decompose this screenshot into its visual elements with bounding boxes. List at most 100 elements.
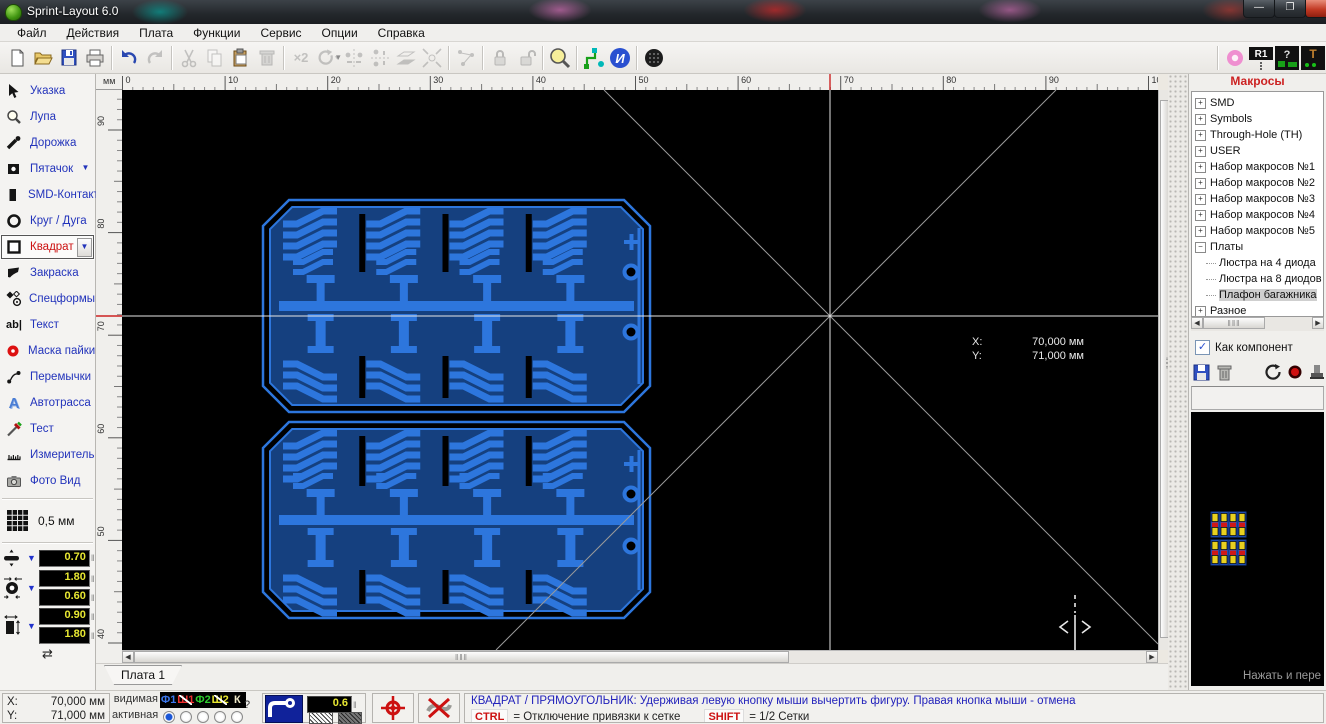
- hatch-light-button[interactable]: [309, 712, 333, 724]
- tool-jumper[interactable]: Перемычки: [0, 364, 95, 390]
- canvas-horizontal-scrollbar[interactable]: ◀ ‖‖‖ ▶: [122, 650, 1158, 663]
- smd-size-value-0[interactable]: 0.90: [39, 608, 90, 625]
- tool-mask[interactable]: Маска пайки: [0, 338, 95, 364]
- pad-size-value-0[interactable]: 1.80: [39, 570, 90, 587]
- tree-item-9[interactable]: −Платы: [1192, 239, 1323, 255]
- tree-scroll-track[interactable]: [1265, 317, 1312, 331]
- tree-item-3[interactable]: +USER: [1192, 143, 1323, 159]
- toolbar-unlock-button[interactable]: [513, 45, 539, 71]
- hscroll-thumb[interactable]: ‖‖‖: [134, 651, 789, 663]
- expand-icon[interactable]: +: [1195, 146, 1206, 157]
- tool-cursor[interactable]: Указка: [0, 78, 95, 104]
- toolbar-rotate-button[interactable]: [314, 45, 340, 71]
- record-macro-button[interactable]: [1287, 364, 1303, 380]
- toolbar-print-button[interactable]: [82, 45, 108, 71]
- tool-text[interactable]: ab|Текст: [0, 312, 95, 338]
- board-tab[interactable]: Плата 1: [104, 665, 182, 685]
- layer-active-radio-2[interactable]: [177, 709, 194, 724]
- expand-icon[interactable]: +: [1195, 98, 1206, 109]
- pad-size-value-1[interactable]: 0.60: [39, 589, 90, 606]
- tree-item-2[interactable]: +Through-Hole (TH): [1192, 127, 1323, 143]
- close-button[interactable]: [1305, 0, 1326, 18]
- toolbar-test-points-button[interactable]: T: [1300, 45, 1326, 71]
- layer-visible-2[interactable]: Ш1: [177, 694, 194, 706]
- stamp-macro-button[interactable]: [1309, 363, 1325, 381]
- layer-help-question[interactable]: ?: [244, 699, 250, 711]
- toolbar-raster-button[interactable]: [641, 45, 667, 71]
- toolbar-align-button[interactable]: [419, 45, 445, 71]
- track-width-value-0[interactable]: 0.70: [39, 550, 90, 567]
- minimize-button[interactable]: —: [1243, 0, 1275, 18]
- toolbar-undo-button[interactable]: [116, 45, 142, 71]
- tool-photo[interactable]: Фото Вид: [0, 468, 95, 494]
- tool-smd[interactable]: SMD-Контакт: [0, 182, 95, 208]
- toolbar-x2-button[interactable]: ×2: [288, 45, 314, 71]
- layer-visible-4[interactable]: Ш2: [212, 694, 229, 706]
- tree-item-13[interactable]: +Разное: [1192, 303, 1323, 317]
- macro-preview[interactable]: Нажать и пере: [1191, 412, 1324, 686]
- toolbar-lock-button[interactable]: [487, 45, 513, 71]
- expand-icon[interactable]: +: [1195, 130, 1206, 141]
- tool-pad-dropdown[interactable]: ▼: [79, 160, 92, 177]
- swap-values-button[interactable]: ⇄: [0, 646, 95, 662]
- param-dropdown-arrow[interactable]: ▼: [27, 583, 36, 593]
- hscroll-left-arrow[interactable]: ◀: [122, 651, 134, 663]
- crosshair-snap-button[interactable]: [372, 693, 414, 723]
- tree-item-0[interactable]: +SMD: [1192, 95, 1323, 111]
- toolbar-open-button[interactable]: [30, 45, 56, 71]
- expand-icon[interactable]: +: [1195, 226, 1206, 237]
- delete-macro-button[interactable]: [1216, 364, 1233, 381]
- tree-item-1[interactable]: +Symbols: [1192, 111, 1323, 127]
- menu-item-2[interactable]: Плата: [130, 25, 182, 41]
- layer-active-radio-1[interactable]: [160, 709, 177, 724]
- layer-visible-1[interactable]: Ф1: [160, 694, 177, 706]
- track-width-field[interactable]: 0.6‖: [307, 696, 355, 713]
- hatch-dark-button[interactable]: [338, 712, 362, 724]
- toolbar-connections-button[interactable]: [581, 45, 607, 71]
- layer-active-radio-5[interactable]: [229, 709, 246, 724]
- expand-icon[interactable]: +: [1195, 114, 1206, 125]
- toolbar-copy-button[interactable]: [202, 45, 228, 71]
- menu-item-0[interactable]: Файл: [8, 25, 56, 41]
- tool-test[interactable]: Тест: [0, 416, 95, 442]
- save-macro-button[interactable]: [1193, 364, 1210, 381]
- tool-magnifier[interactable]: Лупа: [0, 104, 95, 130]
- tree-item-12[interactable]: Плафон багажника: [1192, 287, 1323, 303]
- tool-measure[interactable]: Измеритель: [0, 442, 95, 468]
- smd-size-value-1[interactable]: 1.80: [39, 627, 90, 644]
- menu-item-3[interactable]: Функции: [184, 25, 249, 41]
- toolbar-solder-mask-button[interactable]: [1222, 45, 1248, 71]
- tree-scroll-right-arrow[interactable]: ▶: [1312, 317, 1324, 329]
- toolbar-save-button[interactable]: [56, 45, 82, 71]
- toolbar-flip-layer-button[interactable]: [393, 45, 419, 71]
- maximize-button[interactable]: ❐: [1274, 0, 1306, 18]
- tool-track[interactable]: Дорожка: [0, 130, 95, 156]
- collapse-icon[interactable]: −: [1195, 242, 1206, 253]
- tool-square[interactable]: Квадрат▼: [0, 234, 95, 260]
- tool-autoroute[interactable]: AАвтотрасса: [0, 390, 95, 416]
- toolbar-mirror-v-button[interactable]: [367, 45, 393, 71]
- pcb-canvas[interactable]: X:70,000 мм Y:71,000 мм: [122, 90, 1158, 650]
- panel-splitter[interactable]: [1168, 74, 1188, 690]
- menu-item-1[interactable]: Действия: [58, 25, 129, 41]
- toolbar-r1-button[interactable]: R1: [1248, 45, 1274, 71]
- toolbar-zoom-button[interactable]: [547, 45, 573, 71]
- rotate-macro-button[interactable]: [1263, 363, 1281, 381]
- track-mode-icon[interactable]: [265, 695, 303, 723]
- rubberband-off-button[interactable]: [418, 693, 460, 723]
- tree-item-7[interactable]: +Набор макросов №4: [1192, 207, 1323, 223]
- param-dropdown-arrow[interactable]: ▼: [27, 553, 36, 563]
- tree-item-10[interactable]: Люстра на 4 диода: [1192, 255, 1323, 271]
- layer-active-radio-4[interactable]: [212, 709, 229, 724]
- expand-icon[interactable]: +: [1195, 162, 1206, 173]
- layer-visible-3[interactable]: Ф2: [194, 694, 211, 706]
- tool-circle[interactable]: Круг / Дуга: [0, 208, 95, 234]
- tree-scroll-left-arrow[interactable]: ◀: [1191, 317, 1203, 329]
- menu-item-5[interactable]: Опции: [313, 25, 367, 41]
- toolbar-cut-button[interactable]: [176, 45, 202, 71]
- expand-icon[interactable]: +: [1195, 178, 1206, 189]
- tool-square-dropdown[interactable]: ▼: [77, 238, 92, 257]
- tool-special[interactable]: Спецформы: [0, 286, 95, 312]
- expand-icon[interactable]: +: [1195, 306, 1206, 317]
- tree-item-8[interactable]: +Набор макросов №5: [1192, 223, 1323, 239]
